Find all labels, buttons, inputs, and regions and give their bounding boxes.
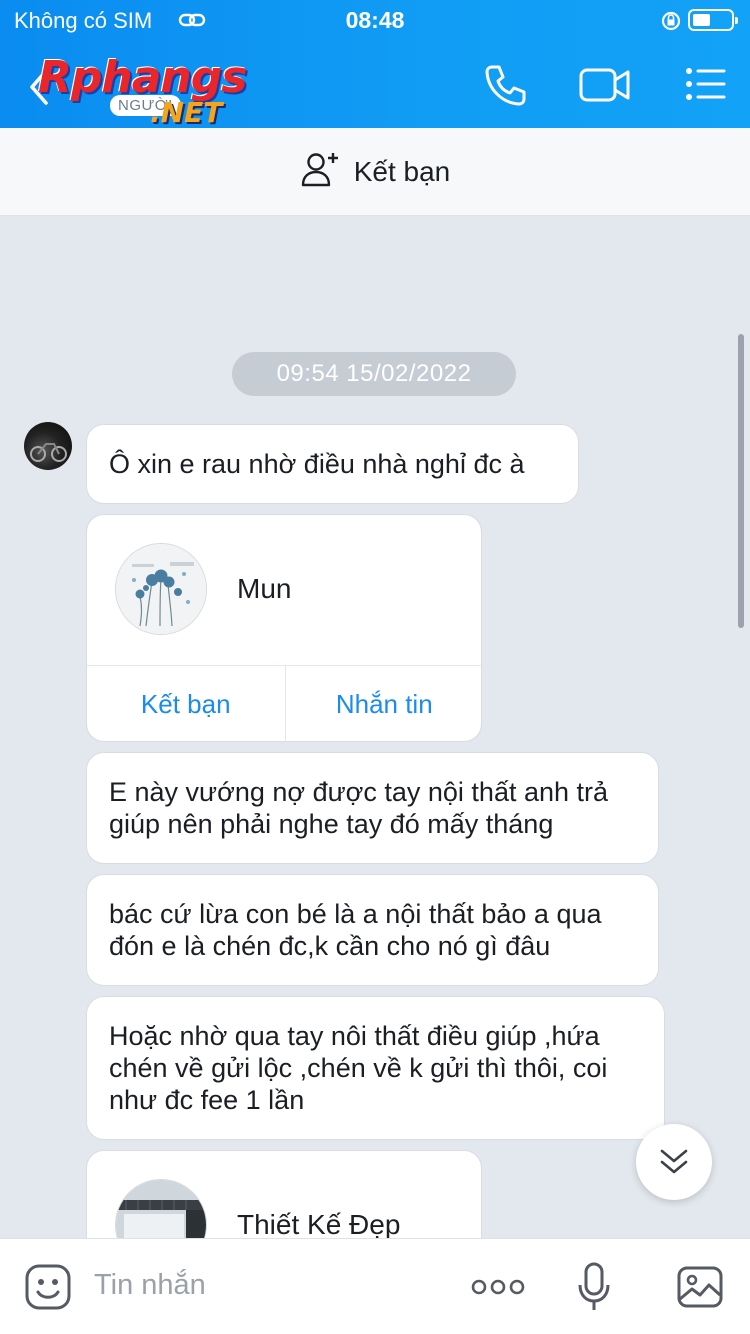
rotation-lock-icon (660, 10, 682, 37)
menu-icon[interactable] (684, 62, 728, 111)
message-text: như đc fee 1 lần (109, 1085, 305, 1115)
message-button[interactable]: Nhắn tin (284, 666, 482, 741)
message-text: đón e là chén đc,k cần cho nó gì đâu (109, 931, 551, 961)
add-friend-label: Kết bạn (353, 155, 451, 187)
contact-card[interactable]: Mun Kết bạn Nhắn tin (86, 514, 482, 742)
contact-photo[interactable] (115, 1179, 207, 1238)
scrollbar[interactable] (738, 334, 744, 628)
avatar[interactable] (24, 422, 72, 470)
phone-icon[interactable] (482, 62, 528, 113)
date-separator: 09:54 15/02/2022 (232, 352, 516, 396)
message-bubble[interactable]: E này vướng nợ được tay nội thất anh trả… (86, 752, 659, 864)
chat-header: Không có SIM 08:48 Rphangs NGƯỜI .NET (0, 0, 750, 129)
microphone-icon[interactable] (576, 1261, 612, 1318)
message-text: Ô xin e rau nhờ điều nhà nghỉ đc à (109, 449, 525, 479)
message-bubble[interactable]: Ô xin e rau nhờ điều nhà nghỉ đc à (86, 424, 579, 504)
battery-icon (688, 9, 738, 31)
message-text: Hoặc nhờ qua tay nôi thất điều giúp ,hứa (109, 1021, 600, 1051)
message-bubble[interactable]: bác cứ lừa con bé là a nội thất bảo a qu… (86, 874, 659, 986)
message-input[interactable]: Tin nhắn (94, 1269, 206, 1302)
contact-photo[interactable] (115, 543, 207, 635)
image-icon[interactable] (676, 1263, 724, 1316)
scroll-down-button[interactable] (636, 1124, 712, 1200)
chat-messages[interactable]: 09:54 15/02/2022 Ô xin e rau nhờ điều nh… (0, 216, 750, 1238)
video-call-icon[interactable] (578, 62, 632, 113)
contact-actions: Kết bạn Nhắn tin (87, 665, 482, 741)
watermark-logo: Rphangs NGƯỜI .NET (38, 52, 278, 129)
message-text: chén về gửi lộc ,chén về k gửi thì thôi,… (109, 1053, 608, 1083)
status-bar: Không có SIM 08:48 (0, 0, 750, 40)
logo-net: .NET (150, 96, 223, 129)
add-friend-button[interactable]: Kết bạn (87, 666, 285, 741)
more-icon[interactable] (470, 1275, 526, 1304)
status-time: 08:48 (345, 7, 405, 33)
message-text: E này vướng nợ được tay nội thất anh trả (109, 777, 609, 807)
message-input-bar: Tin nhắn (0, 1238, 750, 1334)
double-chevron-down-icon (660, 1149, 688, 1174)
contact-name: Mun (237, 573, 292, 604)
message-bubble[interactable]: Hoặc nhờ qua tay nôi thất điều giúp ,hứa… (86, 996, 665, 1140)
add-friend-bar[interactable]: Kết bạn (0, 128, 750, 216)
message-text: giúp nên phải nghe tay đó mấy tháng (109, 809, 554, 839)
message-text: bác cứ lừa con bé là a nội thất bảo a qu… (109, 899, 602, 929)
contact-name: Thiết Kế Đẹp (237, 1209, 401, 1238)
contact-card[interactable]: Thiết Kế Đẹp (86, 1150, 482, 1238)
emoji-icon[interactable] (24, 1263, 72, 1316)
add-user-icon (300, 151, 340, 192)
